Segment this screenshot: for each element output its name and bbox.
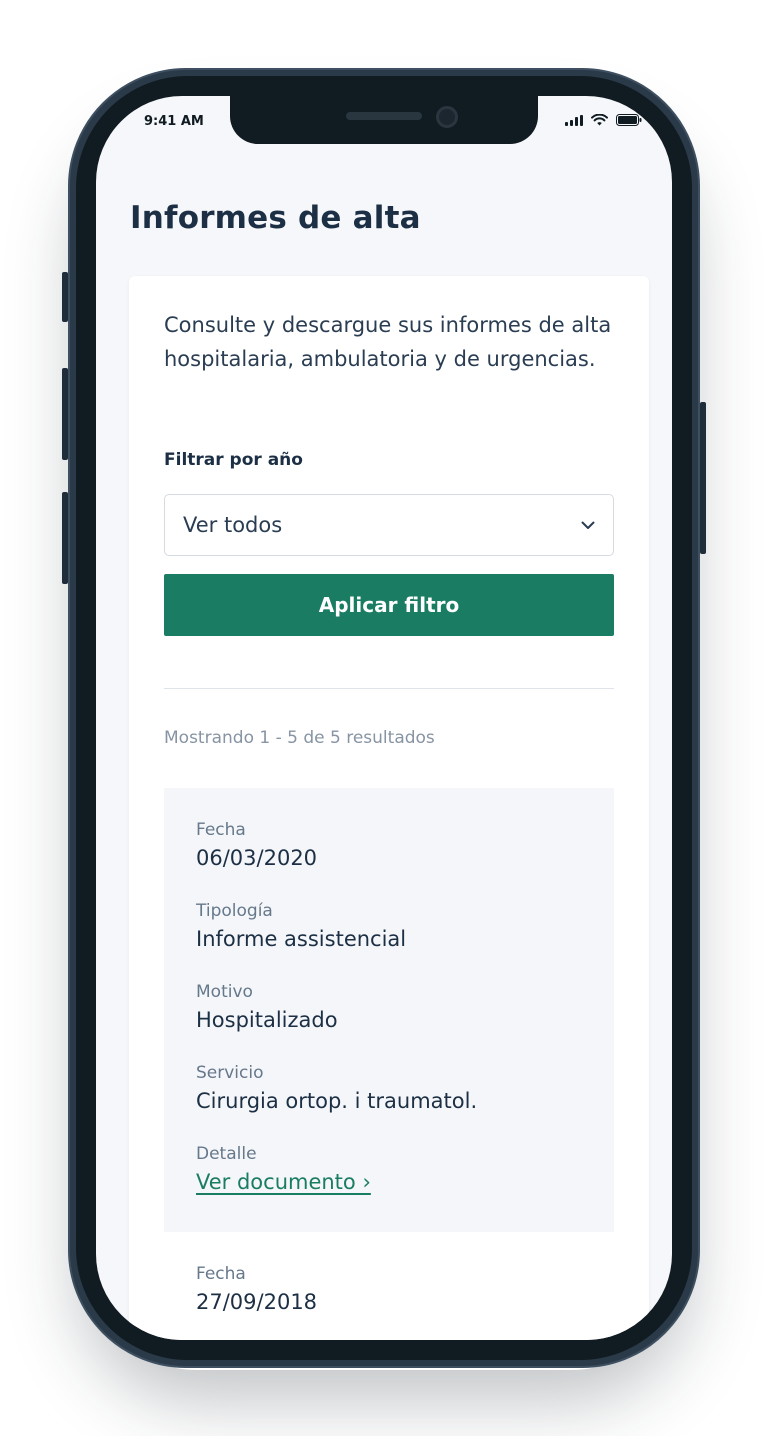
date-label: Fecha xyxy=(196,1264,246,1284)
divider xyxy=(164,688,614,689)
date-value: 06/03/2020 xyxy=(196,846,318,870)
apply-filter-button[interactable]: Aplicar filtro xyxy=(164,574,614,636)
status-time: 9:41 AM xyxy=(144,114,204,129)
reason-value: Hospitalizado xyxy=(196,1008,338,1032)
year-filter-value: Ver todos xyxy=(183,513,283,537)
report-record: Fecha 27/09/2018 xyxy=(164,1262,614,1340)
view-document-link[interactable]: Ver documento › xyxy=(196,1166,371,1198)
date-label: Fecha xyxy=(196,820,246,840)
filter-label: Filtrar por año xyxy=(164,450,303,470)
speaker-grille xyxy=(346,112,422,120)
reason-label: Motivo xyxy=(196,982,253,1002)
service-value: Cirurgia ortop. i traumatol. xyxy=(196,1089,478,1113)
battery-icon xyxy=(616,114,642,126)
chevron-down-icon xyxy=(581,521,595,529)
signal-icon xyxy=(565,114,583,126)
results-count: Mostrando 1 - 5 de 5 resultados xyxy=(164,728,435,748)
wifi-icon xyxy=(591,114,608,126)
page-title: Informes de alta xyxy=(130,200,421,236)
front-camera xyxy=(436,106,458,128)
reports-card: Consulte y descargue sus informes de alt… xyxy=(129,276,649,1340)
power-button xyxy=(700,402,706,554)
volume-up-button xyxy=(62,368,68,460)
year-filter-select[interactable]: Ver todos xyxy=(164,494,614,556)
service-label: Servicio xyxy=(196,1063,264,1083)
notch xyxy=(230,96,538,144)
volume-down-button xyxy=(62,492,68,584)
intro-text: Consulte y descargue sus informes de alt… xyxy=(164,313,612,371)
type-value: Informe assistencial xyxy=(196,927,407,951)
type-label: Tipología xyxy=(196,901,273,921)
report-record: Fecha 06/03/2020 Tipología Informe assis… xyxy=(164,788,614,1232)
detail-label: Detalle xyxy=(196,1144,257,1164)
date-value: 27/09/2018 xyxy=(196,1290,318,1314)
status-icons xyxy=(565,114,642,126)
mute-switch xyxy=(62,272,68,322)
phone-screen: 9:41 AM Informes de alta Consulte y desc… xyxy=(96,96,672,1340)
